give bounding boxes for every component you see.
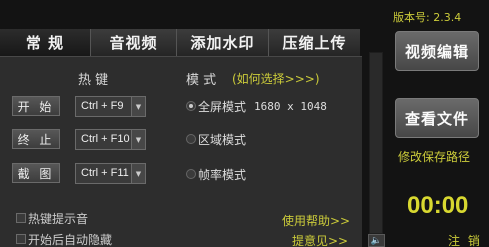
video-edit-button[interactable]: 视频编辑 [395,31,479,71]
tab-compress-upload[interactable]: 压缩上传 [268,29,360,56]
chevron-down-icon[interactable]: ▼ [131,130,145,149]
stop-hotkey-value: Ctrl + F10 [81,133,130,145]
fullscreen-mode-label: 全屏模式 [198,99,247,114]
screenshot-hotkey-select[interactable]: Ctrl + F11 ▼ [75,163,146,184]
speaker-icon[interactable]: 🔈 [368,234,385,247]
stop-hotkey-select[interactable]: Ctrl + F10 ▼ [75,129,146,150]
radio-unselected-icon [186,134,196,144]
how-to-choose-link[interactable]: (如何选择>>>) [232,70,320,87]
change-save-path-link[interactable]: 修改保存路径 [398,148,470,165]
hotkey-sound-checkbox[interactable]: 热键提示音 [16,211,89,226]
screenshot-hotkey-value: Ctrl + F11 [81,167,129,179]
screenshot-button[interactable]: 截 图 [12,163,60,183]
radio-unselected-icon [186,169,196,179]
feedback-link[interactable]: 提意见>> [292,232,348,247]
mode-header: 模 式 [186,73,217,88]
tab-bar: 常 规 音视频 添加水印 压缩上传 [0,29,360,56]
auto-hide-checkbox[interactable]: 开始后自动隐藏 [16,232,113,247]
auto-hide-label: 开始后自动隐藏 [28,232,113,247]
fullscreen-mode-radio[interactable]: 全屏模式 1680 x 1048 [186,98,327,114]
fullscreen-resolution: 1680 x 1048 [254,99,327,113]
chevron-down-icon[interactable]: ▼ [131,97,145,116]
hotkey-sound-label: 热键提示音 [28,211,89,226]
version-label: 版本号: 2.3.4 [393,11,462,24]
tab-general[interactable]: 常 规 [0,29,90,56]
logout-link[interactable]: 注 销 [448,232,482,247]
vertical-scrollbar[interactable] [369,52,383,234]
region-mode-radio[interactable]: 区域模式 [186,131,246,147]
view-files-button[interactable]: 查看文件 [395,98,479,138]
radio-selected-icon [186,101,196,111]
chevron-down-icon[interactable]: ▼ [131,164,145,183]
stop-button[interactable]: 终 止 [12,129,60,149]
framerate-mode-radio[interactable]: 帧率模式 [186,166,246,182]
checkbox-icon [16,234,26,244]
general-settings-panel: 热 键 模 式 (如何选择>>>) 开 始 Ctrl + F9 ▼ 全屏模式 1… [0,56,362,247]
framerate-mode-label: 帧率模式 [198,167,247,182]
recorder-window: 常 规 音视频 添加水印 压缩上传 热 键 模 式 (如何选择>>>) 开 始 … [0,0,489,247]
help-link[interactable]: 使用帮助>> [282,212,350,229]
recording-timer: 00:00 [407,192,469,219]
checkbox-icon [16,213,26,223]
start-hotkey-select[interactable]: Ctrl + F9 ▼ [75,96,146,117]
region-mode-label: 区域模式 [198,132,247,147]
start-hotkey-value: Ctrl + F9 [81,100,124,112]
tab-watermark[interactable]: 添加水印 [176,29,268,56]
start-button[interactable]: 开 始 [12,96,60,116]
tab-audio-video[interactable]: 音视频 [90,29,176,56]
hotkey-header: 热 键 [78,73,109,88]
